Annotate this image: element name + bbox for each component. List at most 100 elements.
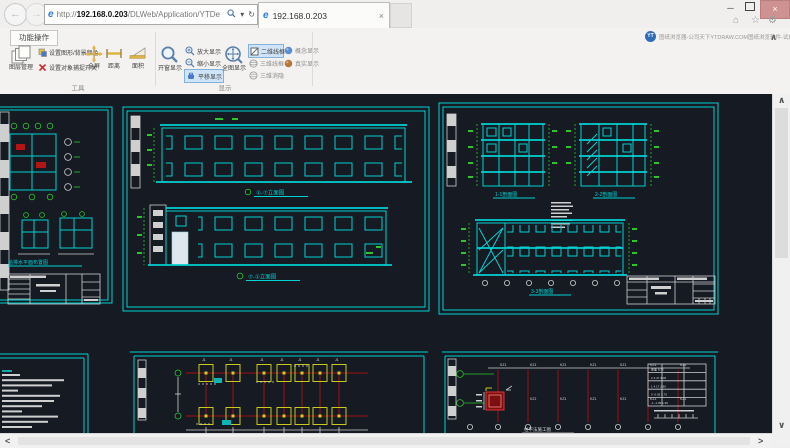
hidden-3d-icon [249,71,258,80]
hidden-3d-button[interactable]: 三维消隐 [249,69,284,81]
realistic-button[interactable]: 真实显示 [284,57,319,69]
svg-text:J1: J1 [280,358,284,362]
sheet-plan: 给排水平面布置图 [0,104,116,310]
distance-label: 距离 [108,64,120,70]
scroll-up-icon[interactable]: ∧ [778,94,785,106]
svg-text:0 -0.05 3.75: 0 -0.05 3.75 [651,393,667,397]
svg-text:1 4.17 2.80: 1 4.17 2.80 [651,384,666,388]
section-1-label: 1-1剖面图 [495,191,517,198]
section-3-label: 3-3剖面图 [531,288,553,295]
zoom-in-label: 放大显示 [197,47,221,56]
display-group-label: 显示 [203,82,247,92]
sheet-notes [0,350,92,433]
sheet-elevations: ①-⑦立面图 ⑦-①立面图 [120,104,432,314]
svg-text:屋面 8.95: 屋面 8.95 [651,367,664,372]
address-bar[interactable]: e http://192.168.0.203/DLWeb/Application… [44,4,258,25]
color-icon [38,48,47,57]
section-2: 2-2剖面图 [566,124,659,198]
ribbon-tab[interactable]: 功能操作 [10,30,58,46]
favorites-icon[interactable]: ☆ [751,15,760,26]
wireframe-3d-button[interactable]: 三维线框 [249,57,284,69]
zoom-extents-icon [224,45,244,65]
distance-button[interactable]: 距离 [104,45,124,71]
svg-text:KZ1: KZ1 [500,363,506,367]
section-1: 1-1剖面图 [468,124,557,198]
svg-text:-1 -1.95 1.90: -1 -1.95 1.90 [651,401,668,405]
ribbon-collapse-icon[interactable]: ∧ [770,32,777,43]
layer-manager-button[interactable]: 图层管理 [6,45,36,72]
maximize-icon [745,2,755,11]
window-zoom-label: 开窗显示 [158,66,182,72]
plan-details [18,212,94,254]
fit-label: 全图显示 [222,66,246,72]
browser-tab[interactable]: e 192.168.0.203 × [258,2,390,28]
plan-caption: 给排水平面布置图 [8,259,48,266]
sheet-foundation: J1 J1 J1 J1 J1 J1 J1 [126,346,432,433]
svg-text:KZ1: KZ1 [620,397,626,401]
tab-title: 192.168.0.203 [273,11,327,21]
svg-text:KZ1: KZ1 [590,397,596,401]
new-tab-button[interactable] [390,3,412,28]
elevation-2: ⑦-①立面图 [137,205,392,281]
pan-hand-icon [186,71,196,81]
area-button[interactable]: 面积 [126,45,150,71]
sheet-columns: KZ1 KZ1 KZ1 KZ1 KZ1 KZ1 KZ1 KZ1 KZ1 KZ1 … [440,346,722,433]
scroll-right-icon[interactable]: > [758,435,763,447]
column-detail [476,386,512,410]
layers-icon [11,45,31,64]
elevation-1-label: ①-⑦立面图 [256,189,285,197]
column-sheet-title: 柱平法施工图 [524,426,551,433]
svg-text:KZ1: KZ1 [620,363,626,367]
magnifier-icon [160,45,180,65]
tab-close-icon[interactable]: × [379,11,384,21]
wireframe-2d-label: 二维线框 [261,47,285,56]
settings-icon[interactable]: ⚙ [768,15,777,26]
svg-text:J1: J1 [202,358,206,362]
levels-table: 屋面 8.95 2 4.47 3.08 1 4.17 2.80 0 -0.05 … [648,364,706,418]
group-divider-2 [312,32,313,86]
vertical-scrollbar[interactable]: ∧ ∨ [772,94,790,433]
pan-label: 平移显示 [198,72,222,81]
svg-text:KZ1: KZ1 [560,397,566,401]
conceptual-sphere-icon [284,46,293,55]
horizontal-scroll-thumb[interactable] [18,437,750,445]
tools-group-label: 工具 [56,82,100,92]
sheet-sections: 1-1剖面图 2-2剖面图 [437,100,721,318]
home-icon[interactable]: ⌂ [733,15,739,26]
svg-text:J1: J1 [316,358,320,362]
wireframe-2d-button[interactable]: 二维线框 [248,44,284,58]
svg-text:J1: J1 [335,358,339,362]
ie-favicon: e [48,9,54,20]
scroll-down-icon[interactable]: ∨ [778,419,785,431]
elevation-1: ①-⑦立面图 [147,118,412,197]
back-button[interactable]: ← [4,3,27,26]
horizontal-scrollbar[interactable]: < > [0,433,772,448]
sections-title-block [627,276,715,304]
refresh-icon[interactable]: ↻ [248,10,255,19]
zoom-in-icon [185,46,195,56]
zoom-out-icon [185,58,195,68]
scroll-left-icon[interactable]: < [5,435,10,447]
group-divider [155,32,156,86]
search-icon[interactable] [227,9,236,20]
zoom-in-button[interactable]: 放大显示 [185,45,221,57]
layer-manager-label: 图层管理 [9,65,33,71]
dropdown-icon[interactable]: ▾ [240,10,244,19]
hidden-3d-label: 三维消隐 [260,71,284,80]
zoom-out-button[interactable]: 缩小显示 [185,57,221,69]
conceptual-button[interactable]: 概念显示 [284,44,319,56]
tab-favicon: e [263,10,269,21]
url-text: http://192.168.0.203/DLWeb/Application/Y… [57,10,220,19]
vertical-scroll-thumb[interactable] [775,108,788,258]
note-block [551,202,573,228]
move-arrows-icon [85,45,103,63]
svg-text:2 4.47 3.08: 2 4.47 3.08 [651,376,666,380]
fit-button[interactable]: 全图显示 [222,45,246,73]
fullscreen-button[interactable]: 全屏 [84,45,104,71]
pan-button[interactable]: 平移显示 [184,69,224,83]
cad-canvas[interactable]: 给排水平面布置图 [0,94,772,433]
osnap-cross-icon [38,63,47,72]
realistic-sphere-icon [284,59,293,68]
window-zoom-button[interactable]: 开窗显示 [157,45,183,73]
ruler-icon [105,45,123,63]
